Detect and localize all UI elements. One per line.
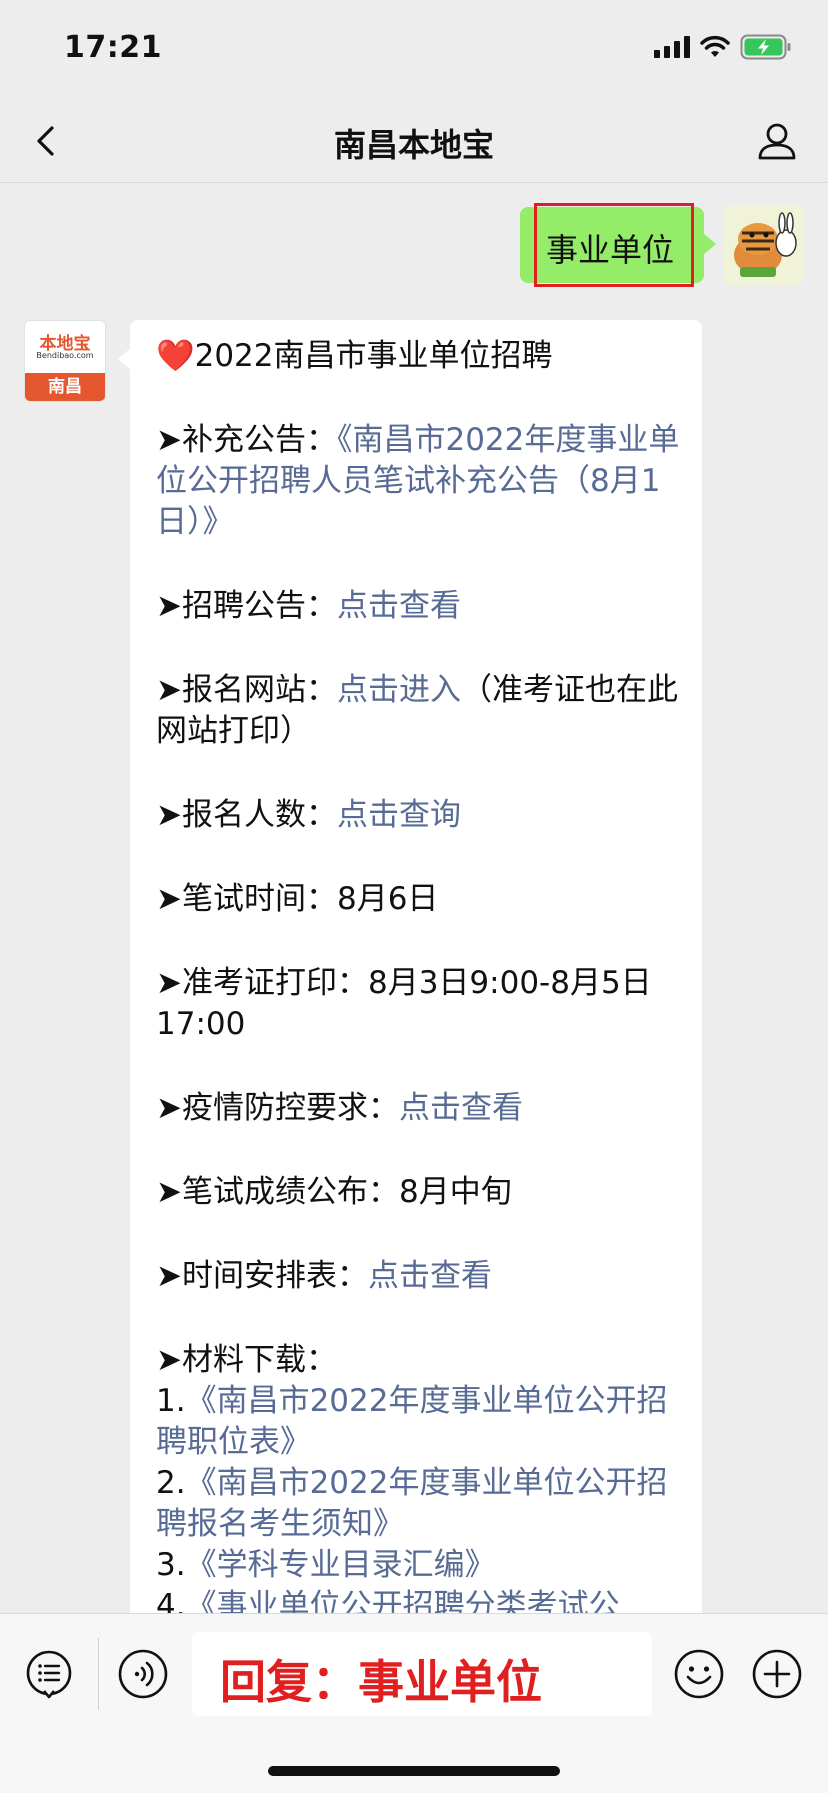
wifi-icon <box>700 35 730 59</box>
list-item: ➤疫情防控要求：点击查看 <box>156 1088 686 1129</box>
bullet-arrow: ➤ <box>156 1174 182 1210</box>
emoji-icon[interactable] <box>672 1647 726 1701</box>
download-number: 1. <box>156 1383 186 1419</box>
download-item: 2.《南昌市2022年度事业单位公开招聘报名考生须知》 <box>156 1463 686 1545</box>
applicant-count-link[interactable]: 点击查询 <box>337 797 461 833</box>
message-title-text: 2022南昌市事业单位招聘 <box>194 338 553 374</box>
bullet-arrow: ➤ <box>156 1258 182 1294</box>
bullet-arrow: ➤ <box>156 672 182 708</box>
list-item: ➤报名人数：点击查询 <box>156 795 686 836</box>
item-label: 笔试时间： <box>181 881 337 917</box>
download-number: 2. <box>156 1465 186 1501</box>
downloads-heading: ➤材料下载： <box>156 1340 686 1381</box>
user-avatar[interactable] <box>724 205 804 285</box>
list-item: ➤报名网站：点击进入（准考证也在此网站打印） <box>156 670 686 752</box>
bullet-arrow: ➤ <box>156 881 182 917</box>
item-label: 准考证打印： <box>181 965 368 1001</box>
user-message-bubble[interactable]: 事业单位 <box>520 203 716 287</box>
nav-bar: 南昌本地宝 <box>0 100 828 183</box>
bullet-arrow: ➤ <box>156 965 182 1001</box>
bullet-arrow: ➤ <box>156 797 182 833</box>
reply-hint-text: 回复：事业单位 <box>220 1655 542 1709</box>
list-item: ➤笔试时间：8月6日 <box>156 879 686 920</box>
status-bar: 17:21 <box>0 0 828 100</box>
major-catalog-link[interactable]: 《学科专业目录汇编》 <box>186 1547 496 1583</box>
bot-message-content: ❤️2022南昌市事业单位招聘 ➤补充公告：《南昌市2022年度事业单位公开招聘… <box>156 336 686 1613</box>
avatar-logo: 本地宝 Bendibao.com <box>25 321 105 373</box>
download-item: 3.《学科专业目录汇编》 <box>156 1545 686 1586</box>
bendibao-avatar[interactable]: 本地宝 Bendibao.com 南昌 <box>24 320 106 402</box>
divider <box>98 1638 99 1710</box>
voice-icon[interactable] <box>116 1647 170 1701</box>
item-label: 报名人数： <box>181 797 337 833</box>
download-number: 3. <box>156 1547 186 1583</box>
item-label: 报名网站： <box>181 672 337 708</box>
input-bar: 回复：事业单位 <box>0 1613 828 1793</box>
item-label: 材料下载： <box>181 1342 337 1378</box>
download-item: 1.《南昌市2022年度事业单位公开招聘职位表》 <box>156 1381 686 1463</box>
status-icons <box>654 34 792 60</box>
bot-message-bubble[interactable]: ❤️2022南昌市事业单位招聘 ➤补充公告：《南昌市2022年度事业单位公开招聘… <box>118 320 702 1613</box>
schedule-link[interactable]: 点击查看 <box>368 1258 492 1294</box>
battery-charging-icon <box>740 34 792 60</box>
item-label: 补充公告： <box>181 422 337 458</box>
message-input[interactable]: 回复：事业单位 <box>192 1632 652 1716</box>
register-site-link[interactable]: 点击进入 <box>337 672 461 708</box>
item-label: 笔试成绩公布： <box>181 1174 399 1210</box>
epidemic-rules-link[interactable]: 点击查看 <box>399 1090 523 1126</box>
avatar-city: 南昌 <box>25 373 105 401</box>
heart-icon: ❤️ <box>156 338 195 374</box>
download-number: 4. <box>156 1588 186 1613</box>
message-title: ❤️2022南昌市事业单位招聘 <box>156 336 686 377</box>
position-table-link[interactable]: 《南昌市2022年度事业单位公开招聘职位表》 <box>156 1383 667 1460</box>
status-time: 17:21 <box>64 30 162 65</box>
bullet-arrow: ➤ <box>156 422 182 458</box>
list-item: ➤招聘公告：点击查看 <box>156 586 686 627</box>
bullet-arrow: ➤ <box>156 1090 182 1126</box>
bullet-arrow: ➤ <box>156 588 182 624</box>
plus-icon[interactable] <box>750 1647 804 1701</box>
person-icon[interactable] <box>754 118 800 164</box>
list-item: ➤准考证打印：8月3日9:00-8月5日17:00 <box>156 963 686 1045</box>
download-item: 4.《事业单位公开招聘分类考试公 <box>156 1586 686 1613</box>
list-item: ➤笔试成绩公布：8月中旬 <box>156 1172 686 1213</box>
item-label: 招聘公告： <box>181 588 337 624</box>
page-title: 南昌本地宝 <box>333 126 494 164</box>
item-value: 8月6日 <box>336 881 439 917</box>
menu-list-icon[interactable] <box>22 1647 76 1701</box>
list-item: ➤时间安排表：点击查看 <box>156 1256 686 1297</box>
exam-category-link[interactable]: 《事业单位公开招聘分类考试公 <box>186 1588 620 1613</box>
list-item: ➤补充公告：《南昌市2022年度事业单位公开招聘人员笔试补充公告（8月1日）》 <box>156 420 686 543</box>
recruit-notice-link[interactable]: 点击查看 <box>337 588 461 624</box>
user-message-text: 事业单位 <box>546 231 675 269</box>
avatar-site: Bendibao.com <box>36 351 94 360</box>
item-label: 时间安排表： <box>181 1258 368 1294</box>
bullet-arrow: ➤ <box>156 1342 182 1378</box>
item-label: 疫情防控要求： <box>181 1090 399 1126</box>
home-indicator <box>268 1766 560 1776</box>
signal-icon <box>654 36 690 58</box>
applicant-guide-link[interactable]: 《南昌市2022年度事业单位公开招聘报名考生须知》 <box>156 1465 667 1542</box>
item-value: 8月中旬 <box>398 1174 512 1210</box>
chat-area[interactable]: 事业单位 本地宝 Bendibao.com 南昌 ❤️2022南昌市事业单位招聘… <box>0 183 828 1613</box>
